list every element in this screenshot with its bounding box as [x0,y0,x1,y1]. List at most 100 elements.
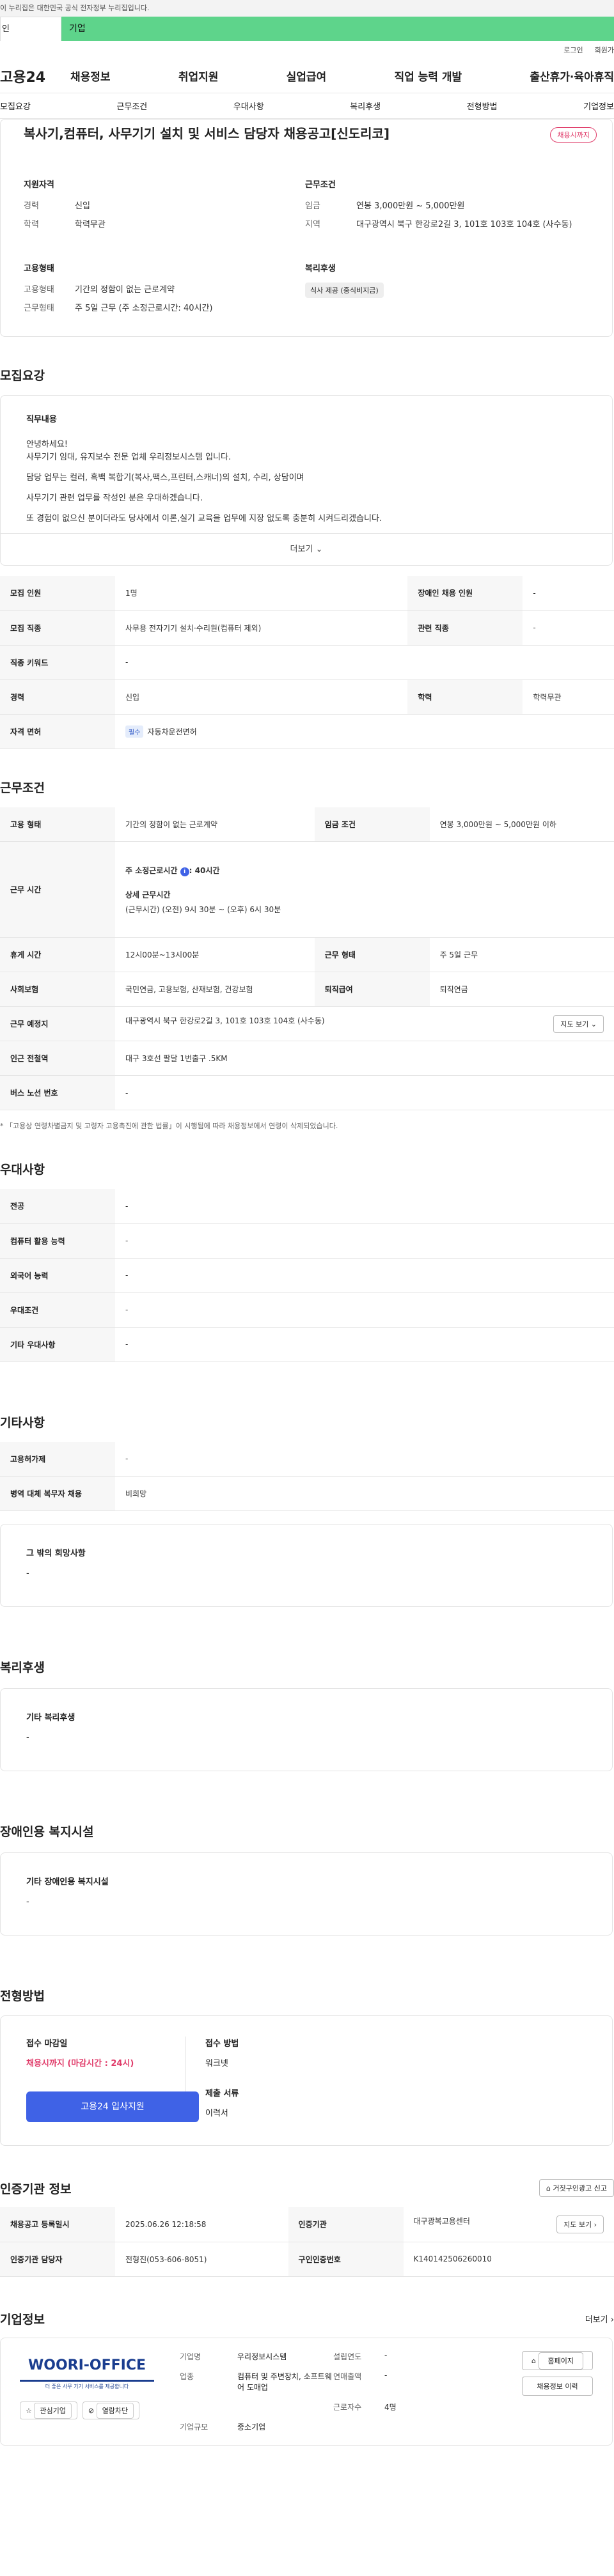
section-title-etc: 기타사항 [0,1415,45,1430]
gov-notice-text: 이 누리집은 대한민국 공식 전자정부 누리집입니다. [0,4,150,12]
duty-line: 또 경험이 없으신 분이더라도 당사에서 이론,실기 교육을 업무에 지장 없도… [26,514,382,524]
age-notice: * 「고용상 연령차별금지 및 고령자 고용촉진에 관한 법률」이 시행됨에 따… [0,1122,338,1130]
table-row: 병역 대체 복무자 채용 비희망 [0,1476,614,1511]
utility-bar: 로그인 회원가 [0,41,614,59]
home-icon: ⌂ [546,2184,551,2192]
user-type-tabs: 인 기업 [0,17,614,41]
company-info-grid: 기업명 우리정보시스템 설립연도 - 업종 컴퓨터 및 주변장치, 소프트웨어 도매업 연… [180,2350,397,2432]
welfare-block: 복리후생 식사 제공 (중식비지급) [305,261,586,320]
recruit-table: 모집 인원 1명 장애인 채용 인원 - 모집 직종 사무용 전자기기 설치·수리원(컴… [0,576,614,749]
block-company-button[interactable]: ⊘ 열람차단 [82,2401,140,2419]
table-row: 인증기관 담당자 전형진(053-606-8051) 구인인증번호 K14014250… [0,2242,614,2277]
table-row: 근무 예정지 대구광역시 북구 한강로2길 3, 101호 103호 104호 (… [0,1006,614,1041]
global-nav: 고용24 채용정보 취업지원 실업급여 직업 능력 개발 출산휴가·육아휴직 [0,59,614,93]
report-button[interactable]: ⌂ 거짓구인광고 신고 [539,2179,614,2197]
anchor-work[interactable]: 근무조건 [116,100,147,112]
table-row: 인근 전철역 대구 3호선 팔달 1번출구 .5KM [0,1041,614,1076]
table-row: 기타 우대사항 - [0,1327,614,1362]
benefit-card: 기타 복리후생 - [0,1688,613,1771]
tab-individual[interactable]: 인 [0,17,61,41]
emp-type-key: 고용형태 [24,285,54,295]
gnb-item-skills[interactable]: 직업 능력 개발 [394,68,462,84]
gnb-item-unemployment-benefit[interactable]: 실업급여 [287,68,327,84]
emp-type-value: 기간의 정함이 없는 근로계약 [75,285,175,295]
section-title-pref: 우대사항 [0,1163,45,1177]
cond-title: 근무조건 [305,180,336,190]
table-row: 모집 직종 사무용 전자기기 설치·수리원(컴퓨터 제외) 관련 직종 - [0,610,614,646]
cond-region-value: 대구광역시 북구 한강로2길 3, 101호 103호 104호 (사수동) [356,220,572,229]
anchor-company[interactable]: 기업정보 [583,100,614,112]
company-more-link[interactable]: 더보기 › [585,2313,614,2325]
emp-form-key: 근무형태 [24,304,54,313]
hope-title: 그 밖의 희망사항 [26,1549,86,1558]
license-value: 자동차운전면허 [147,727,197,736]
info-icon[interactable]: i [180,867,189,876]
emp-form-value: 주 5일 근무 (주 소정근로시간: 40시간) [75,304,213,313]
disabled-card: 기타 장애인용 복지시설 - [0,1852,613,1936]
table-row: 자격 면허 필수 자동차운전면허 [0,714,614,749]
job-history-button[interactable]: 채용정보 이력 [522,2376,593,2396]
welfare-title: 복리후생 [305,264,336,274]
cond-wage-key: 임금 [305,201,320,211]
map-button[interactable]: 지도 보기 ⌄ [553,1014,604,1033]
section-title-disabled: 장애인용 복지시설 [0,1825,94,1839]
anchor-recruit[interactable]: 모집요강 [0,100,31,112]
cond-wage-value: 연봉 3,000만원 ~ 5,000만원 [356,201,465,211]
table-row: 고용 형태 기간의 정함이 없는 근로계약 임금 조건 연봉 3,000만원 ~ 5,… [0,807,614,842]
qual-edu-key: 학력 [24,220,39,229]
table-row: 버스 노선 번호 - [0,1075,614,1110]
hope-value: - [26,1569,29,1578]
duty-card: 직무내용 안녕하세요! 사무기기 임대, 유지보수 전문 업체 우리정보시스템 입… [0,395,613,566]
favorite-company-button[interactable]: ☆ 관심기업 [20,2401,77,2419]
company-logo: WOORI-OFFICE 더 좋은 사무 기기 서비스를 제공합니다 ☆ 관심기… [20,2351,154,2432]
table-row: 외국어 능력 - [0,1258,614,1293]
benefit-value: - [26,1733,29,1742]
qual-career-value: 신입 [75,201,90,211]
gnb-item-parental-leave[interactable]: 출산휴가·육아휴직 [530,68,614,84]
signup-link[interactable]: 회원가 [595,45,614,55]
more-button[interactable]: 더보기 ⌄ [1,533,612,565]
table-row: 우대조건 - [0,1292,614,1328]
tab-company[interactable]: 기업 [61,17,614,41]
duty-line: 담당 업무는 컬러, 흑백 복합기(복사,팩스,프린터,스캐너)의 설치, 수리… [26,473,304,483]
anchor-benefit[interactable]: 복리후생 [350,100,381,112]
login-link[interactable]: 로그인 [563,45,583,55]
apply-card: 접수 마감일 채용시까지 (마감시간 : 24시) 고용24 입사지원 접수 방… [0,2015,613,2146]
qual-career-key: 경력 [24,201,39,211]
method-value: 워크넷 [205,2059,228,2068]
pref-table: 전공 - 컴퓨터 활용 능력 - 외국어 능력 - 우대조건 - 기타 우대사항 - [0,1189,614,1362]
hope-card: 그 밖의 희망사항 - [0,1524,613,1607]
qual-block: 지원자격 경력 신입 학력 학력무관 [24,178,305,236]
site-logo[interactable]: 고용24 [0,66,70,86]
homepage-button[interactable]: ⌂ 홈페이지 [522,2350,593,2370]
gov-notice-bar: 이 누리집은 대한민국 공식 전자정부 누리집입니다. [0,0,614,17]
anchor-apply[interactable]: 전형방법 [467,100,498,112]
emp-block: 고용형태 고용형태 기간의 정함이 없는 근로계약 근무형태 주 5일 근무 (주 … [24,261,305,320]
docs-value: 이력서 [205,2109,228,2118]
status-badge: 채용시까지 [550,127,597,143]
cond-block: 근무조건 임금 연봉 3,000만원 ~ 5,000만원 지역 대구광역시 북구 한… [305,178,586,236]
section-title-company: 기업정보 [0,2312,45,2327]
cert-map-button[interactable]: 지도 보기 › [556,2215,604,2233]
table-row: 직종 키워드 - [0,645,614,680]
disabled-value: - [26,1897,29,1907]
section-title-benefit: 복리후생 [0,1661,45,1675]
method-title: 접수 방법 [205,2039,239,2049]
anchor-pref[interactable]: 우대사항 [233,100,264,112]
benefit-title: 기타 복리후생 [26,1713,75,1723]
chevron-down-icon: ⌄ [315,545,323,554]
table-row: 고용허가제 - [0,1441,614,1477]
table-row: 컴퓨터 활용 능력 - [0,1223,614,1259]
table-row: 사회보험 국민연금, 고용보험, 산재보험, 건강보험 퇴직급여 퇴직연금 [0,972,614,1007]
work-table: 고용 형태 기간의 정함이 없는 근로계약 임금 조건 연봉 3,000만원 ~ 5,… [0,807,614,1110]
duty-line: 안녕하세요! 사무기기 임대, 유지보수 전문 업체 우리정보시스템 입니다. [26,440,232,462]
cond-region-key: 지역 [305,220,320,229]
table-row: 모집 인원 1명 장애인 채용 인원 - [0,576,614,611]
gnb-item-employment-support[interactable]: 취업지원 [178,68,219,84]
gnb-menu: 채용정보 취업지원 실업급여 직업 능력 개발 출산휴가·육아휴직 [70,68,614,84]
etc-table: 고용허가제 - 병역 대체 복무자 채용 비희망 [0,1441,614,1511]
apply-button[interactable]: 고용24 입사지원 [26,2091,199,2122]
section-anchor-nav: 모집요강 근무조건 우대사항 복리후생 전형방법 기업정보 [0,93,614,119]
gnb-item-jobs[interactable]: 채용정보 [70,68,111,84]
company-card: WOORI-OFFICE 더 좋은 사무 기기 서비스를 제공합니다 ☆ 관심기… [0,2337,613,2446]
